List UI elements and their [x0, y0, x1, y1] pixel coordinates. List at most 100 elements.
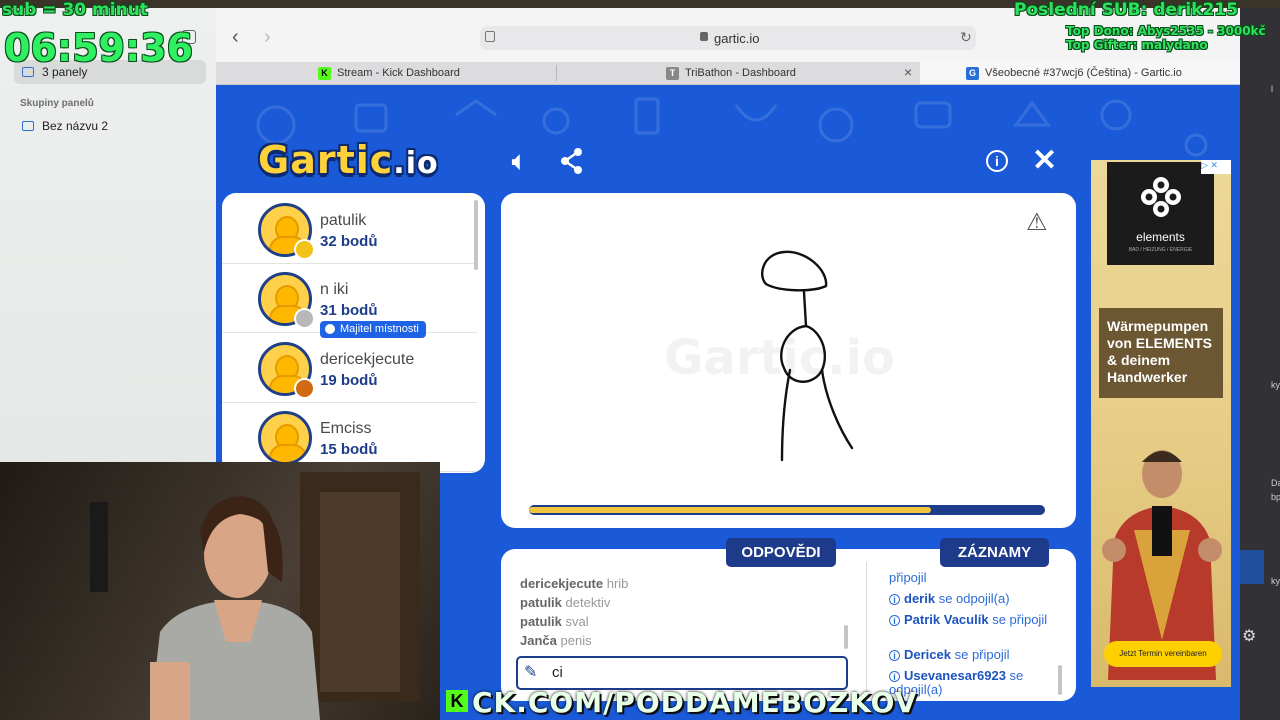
info-icon: i: [889, 671, 900, 682]
overlay-top-donation: Top Dono: Abys2535 - 3000kč: [1066, 24, 1266, 38]
players-scrollbar[interactable]: [474, 200, 478, 270]
info-icon: i: [889, 615, 900, 626]
back-button[interactable]: ‹: [232, 26, 239, 49]
answer-input-value[interactable]: ci: [552, 664, 563, 681]
gartic-logo: Gartic.io: [258, 138, 439, 182]
background-window-text: ky: [1271, 380, 1280, 390]
answer-item: patulik sval: [520, 614, 589, 629]
lock-icon: [700, 32, 708, 41]
answer-text: detektiv: [565, 595, 611, 610]
reader-icon[interactable]: [485, 31, 495, 42]
tab-separator: [556, 65, 557, 81]
report-warning-icon[interactable]: ⚠: [1026, 208, 1048, 237]
background-window-text: l: [1271, 84, 1273, 94]
ad-brand-sub: BAD / HEIZUNG / ENERGIE: [1128, 247, 1193, 253]
elements-logo-icon: [1141, 177, 1181, 217]
player-points: 31 bodů: [320, 302, 378, 319]
gartic-favicon-icon: G: [966, 66, 979, 80]
streamer-image: [90, 472, 420, 720]
sidebar-item-tab-group-label: Bez názvu 2: [42, 119, 109, 133]
answer-item: Janča penis: [520, 633, 592, 648]
answer-user: patulik: [520, 614, 562, 629]
players-panel: patulik 32 bodů n iki 31 bodů Majitel mí…: [222, 193, 485, 473]
answer-input[interactable]: [516, 656, 848, 690]
tab-answers[interactable]: ODPOVĚDI: [726, 538, 836, 567]
log-user: derik: [904, 591, 936, 606]
info-icon: i: [889, 650, 900, 661]
ad-brand: elements: [1136, 230, 1185, 244]
sound-icon[interactable]: 🔈︎: [512, 148, 526, 176]
sidebar-groups-title: Skupiny panelů: [20, 98, 94, 109]
tab-gartic[interactable]: G Všeobecné #37wcj6 (Čeština) - Gartic.i…: [920, 62, 1240, 84]
overlay-subathon-timer: 06:59:36: [4, 26, 194, 70]
player-card[interactable]: dericekjecute 19 bodů: [222, 334, 477, 403]
log-user: Usevanesar6923: [904, 668, 1006, 683]
answers-scrollbar[interactable]: [844, 625, 848, 649]
answer-user: Janča: [520, 633, 557, 648]
gear-icon: ⚙: [1242, 628, 1257, 645]
overlay-top-gifter: Top Gifter: malydano: [1066, 38, 1208, 52]
log-user: Dericek: [904, 647, 951, 662]
player-name: Emciss: [320, 420, 372, 437]
background-window-text: bp: [1271, 492, 1280, 502]
tab-tribathon-dashboard[interactable]: T TriBathon - Dashboard: [666, 62, 898, 84]
log-item: připojil: [889, 571, 1064, 585]
log-scrollbar[interactable]: [1058, 665, 1062, 695]
round-timer-bar: [529, 505, 1045, 515]
background-window-text: Da: [1271, 478, 1280, 488]
background-window-text: ky: [1271, 576, 1280, 586]
log-item: i derik se odpojil(a): [889, 592, 1064, 606]
log-text: se připojil: [954, 647, 1010, 662]
log-item: i Patrik Vaculík se připojil: [889, 613, 1064, 627]
player-card[interactable]: n iki 31 bodů Majitel místnosti: [222, 264, 477, 338]
tab-kick-dashboard[interactable]: K Stream - Kick Dashboard: [318, 62, 556, 84]
pencil-icon: ✎: [524, 664, 538, 681]
ad-choices-icon[interactable]: ▷ ✕: [1201, 160, 1231, 174]
answer-user: patulik: [520, 595, 562, 610]
player-name: n iki: [320, 281, 349, 298]
kick-logo-icon: K: [446, 690, 468, 712]
forward-button[interactable]: ›: [264, 26, 271, 49]
stick-figure-drawing: [761, 250, 854, 462]
sidebar-item-tab-group[interactable]: Bez názvu 2: [14, 114, 206, 138]
overlay-kick-url-text: CK.COM/PODDAMEBOZKOV: [472, 686, 918, 719]
overlay-sub-rule: sub = 30 minut: [2, 0, 148, 20]
info-icon: i: [889, 594, 900, 605]
answer-user: dericekjecute: [520, 576, 604, 591]
answer-text: hrib: [606, 576, 629, 591]
tab-label: TriBathon - Dashboard: [685, 67, 796, 79]
answer-item: patulik detektiv: [520, 595, 610, 610]
reload-icon[interactable]: ↻: [960, 29, 972, 46]
close-tab-icon[interactable]: ×: [904, 64, 912, 80]
answer-text: penis: [560, 633, 592, 648]
logo-main: Gartic: [258, 138, 394, 182]
ad-headline: Wärmepumpen von ELEMENTS & deinem Handwe…: [1107, 318, 1213, 385]
log-text: připojil: [889, 570, 927, 585]
player-points: 15 bodů: [320, 441, 378, 458]
avatar: [258, 411, 312, 465]
answer-item: dericekjecute hrib: [520, 576, 628, 591]
player-card[interactable]: patulik 32 bodů: [222, 195, 477, 264]
round-timer-fill: [529, 507, 932, 513]
close-icon[interactable]: ✕: [1032, 143, 1057, 178]
answer-text: sval: [565, 614, 589, 629]
player-status-dot: [294, 308, 315, 329]
log-text: se odpojil(a): [938, 591, 1010, 606]
player-points: 32 bodů: [320, 233, 378, 250]
url-text[interactable]: gartic.io: [714, 31, 760, 46]
overlay-last-sub: Poslední SUB: derik215: [1014, 0, 1239, 20]
info-icon[interactable]: i: [986, 150, 1008, 172]
tab-log[interactable]: ZÁZNAMY: [940, 538, 1049, 567]
share-icon[interactable]: [560, 148, 584, 180]
ad-cta-button[interactable]: Jetzt Termin vereinbaren: [1104, 641, 1222, 667]
webcam-feed: [0, 462, 440, 720]
player-points: 19 bodů: [320, 372, 378, 389]
kick-favicon-icon: K: [318, 66, 331, 80]
chat-divider: [866, 562, 867, 692]
logo-suffix: .io: [393, 146, 439, 181]
tribathon-favicon-icon: T: [666, 66, 679, 80]
log-text: se připojil: [992, 612, 1048, 627]
log-user: Patrik Vaculík: [904, 612, 989, 627]
tab-group-icon: [22, 121, 34, 131]
player-name: patulik: [320, 212, 367, 229]
